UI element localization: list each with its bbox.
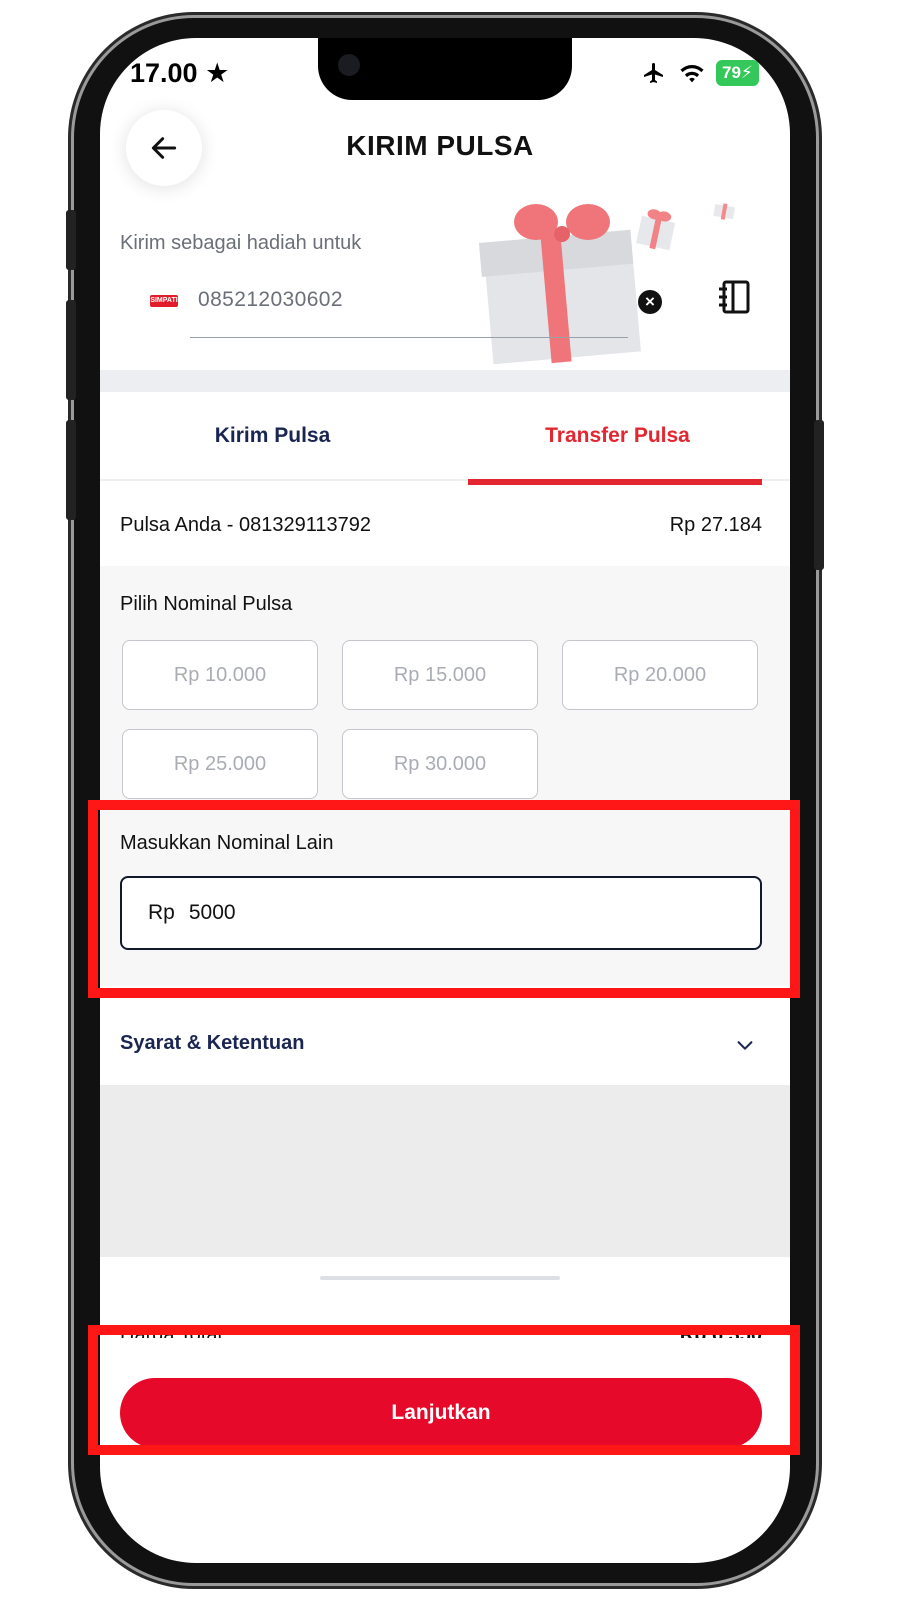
- status-icons: 79⚡: [640, 60, 759, 86]
- camera: [338, 54, 360, 76]
- star-icon: ★: [205, 58, 230, 88]
- clear-input-icon[interactable]: ×: [638, 290, 662, 314]
- nominal-option-25000[interactable]: Rp 25.000: [122, 729, 318, 799]
- balance-value: Rp 27.184: [669, 514, 762, 536]
- chevron-down-icon[interactable]: [734, 1034, 756, 1056]
- nominal-option-20000[interactable]: Rp 20.000: [562, 640, 758, 710]
- nominal-option-30000[interactable]: Rp 30.000: [342, 729, 538, 799]
- active-tab-indicator: [468, 479, 762, 485]
- nominal-option-15000[interactable]: Rp 15.000: [342, 640, 538, 710]
- phone-volume-up-button: [66, 300, 76, 400]
- section-divider: [100, 370, 790, 392]
- provider-logo: SIMPATI: [150, 295, 178, 307]
- phone-side-button: [66, 210, 76, 270]
- input-underline: [190, 337, 628, 338]
- nominal-label: Pilih Nominal Pulsa: [120, 593, 293, 615]
- bottom-sheet-handle[interactable]: [320, 1276, 560, 1280]
- highlight-box-continue: [88, 1325, 800, 1455]
- status-time: 17.00 ★: [130, 58, 230, 88]
- gift-label: Kirim sebagai hadiah untuk: [120, 232, 362, 254]
- recipient-phone-input[interactable]: 085212030602: [198, 288, 343, 312]
- airplane-icon: [644, 63, 663, 83]
- terms-label: Syarat & Ketentuan: [120, 1032, 305, 1054]
- phone-volume-down-button: [66, 420, 76, 520]
- page-title: KIRIM PULSA: [346, 130, 534, 161]
- arrow-left-icon: [151, 137, 177, 159]
- nominal-option-10000[interactable]: Rp 10.000: [122, 640, 318, 710]
- highlight-box-amount: [88, 800, 800, 998]
- tab-bar: Kirim Pulsa Transfer Pulsa: [100, 392, 790, 486]
- balance-label: Pulsa Anda - 081329113792: [120, 514, 371, 536]
- battery-icon: 79⚡: [716, 60, 759, 86]
- contact-book-icon[interactable]: [716, 279, 752, 315]
- phone-power-button: [814, 420, 824, 570]
- notch: [318, 38, 572, 100]
- tab-kirim-pulsa[interactable]: Kirim Pulsa: [100, 392, 445, 480]
- back-button[interactable]: [126, 110, 202, 186]
- wifi-icon: [680, 64, 704, 83]
- tab-transfer-pulsa[interactable]: Transfer Pulsa: [445, 392, 790, 480]
- empty-gray-area: [100, 1085, 790, 1257]
